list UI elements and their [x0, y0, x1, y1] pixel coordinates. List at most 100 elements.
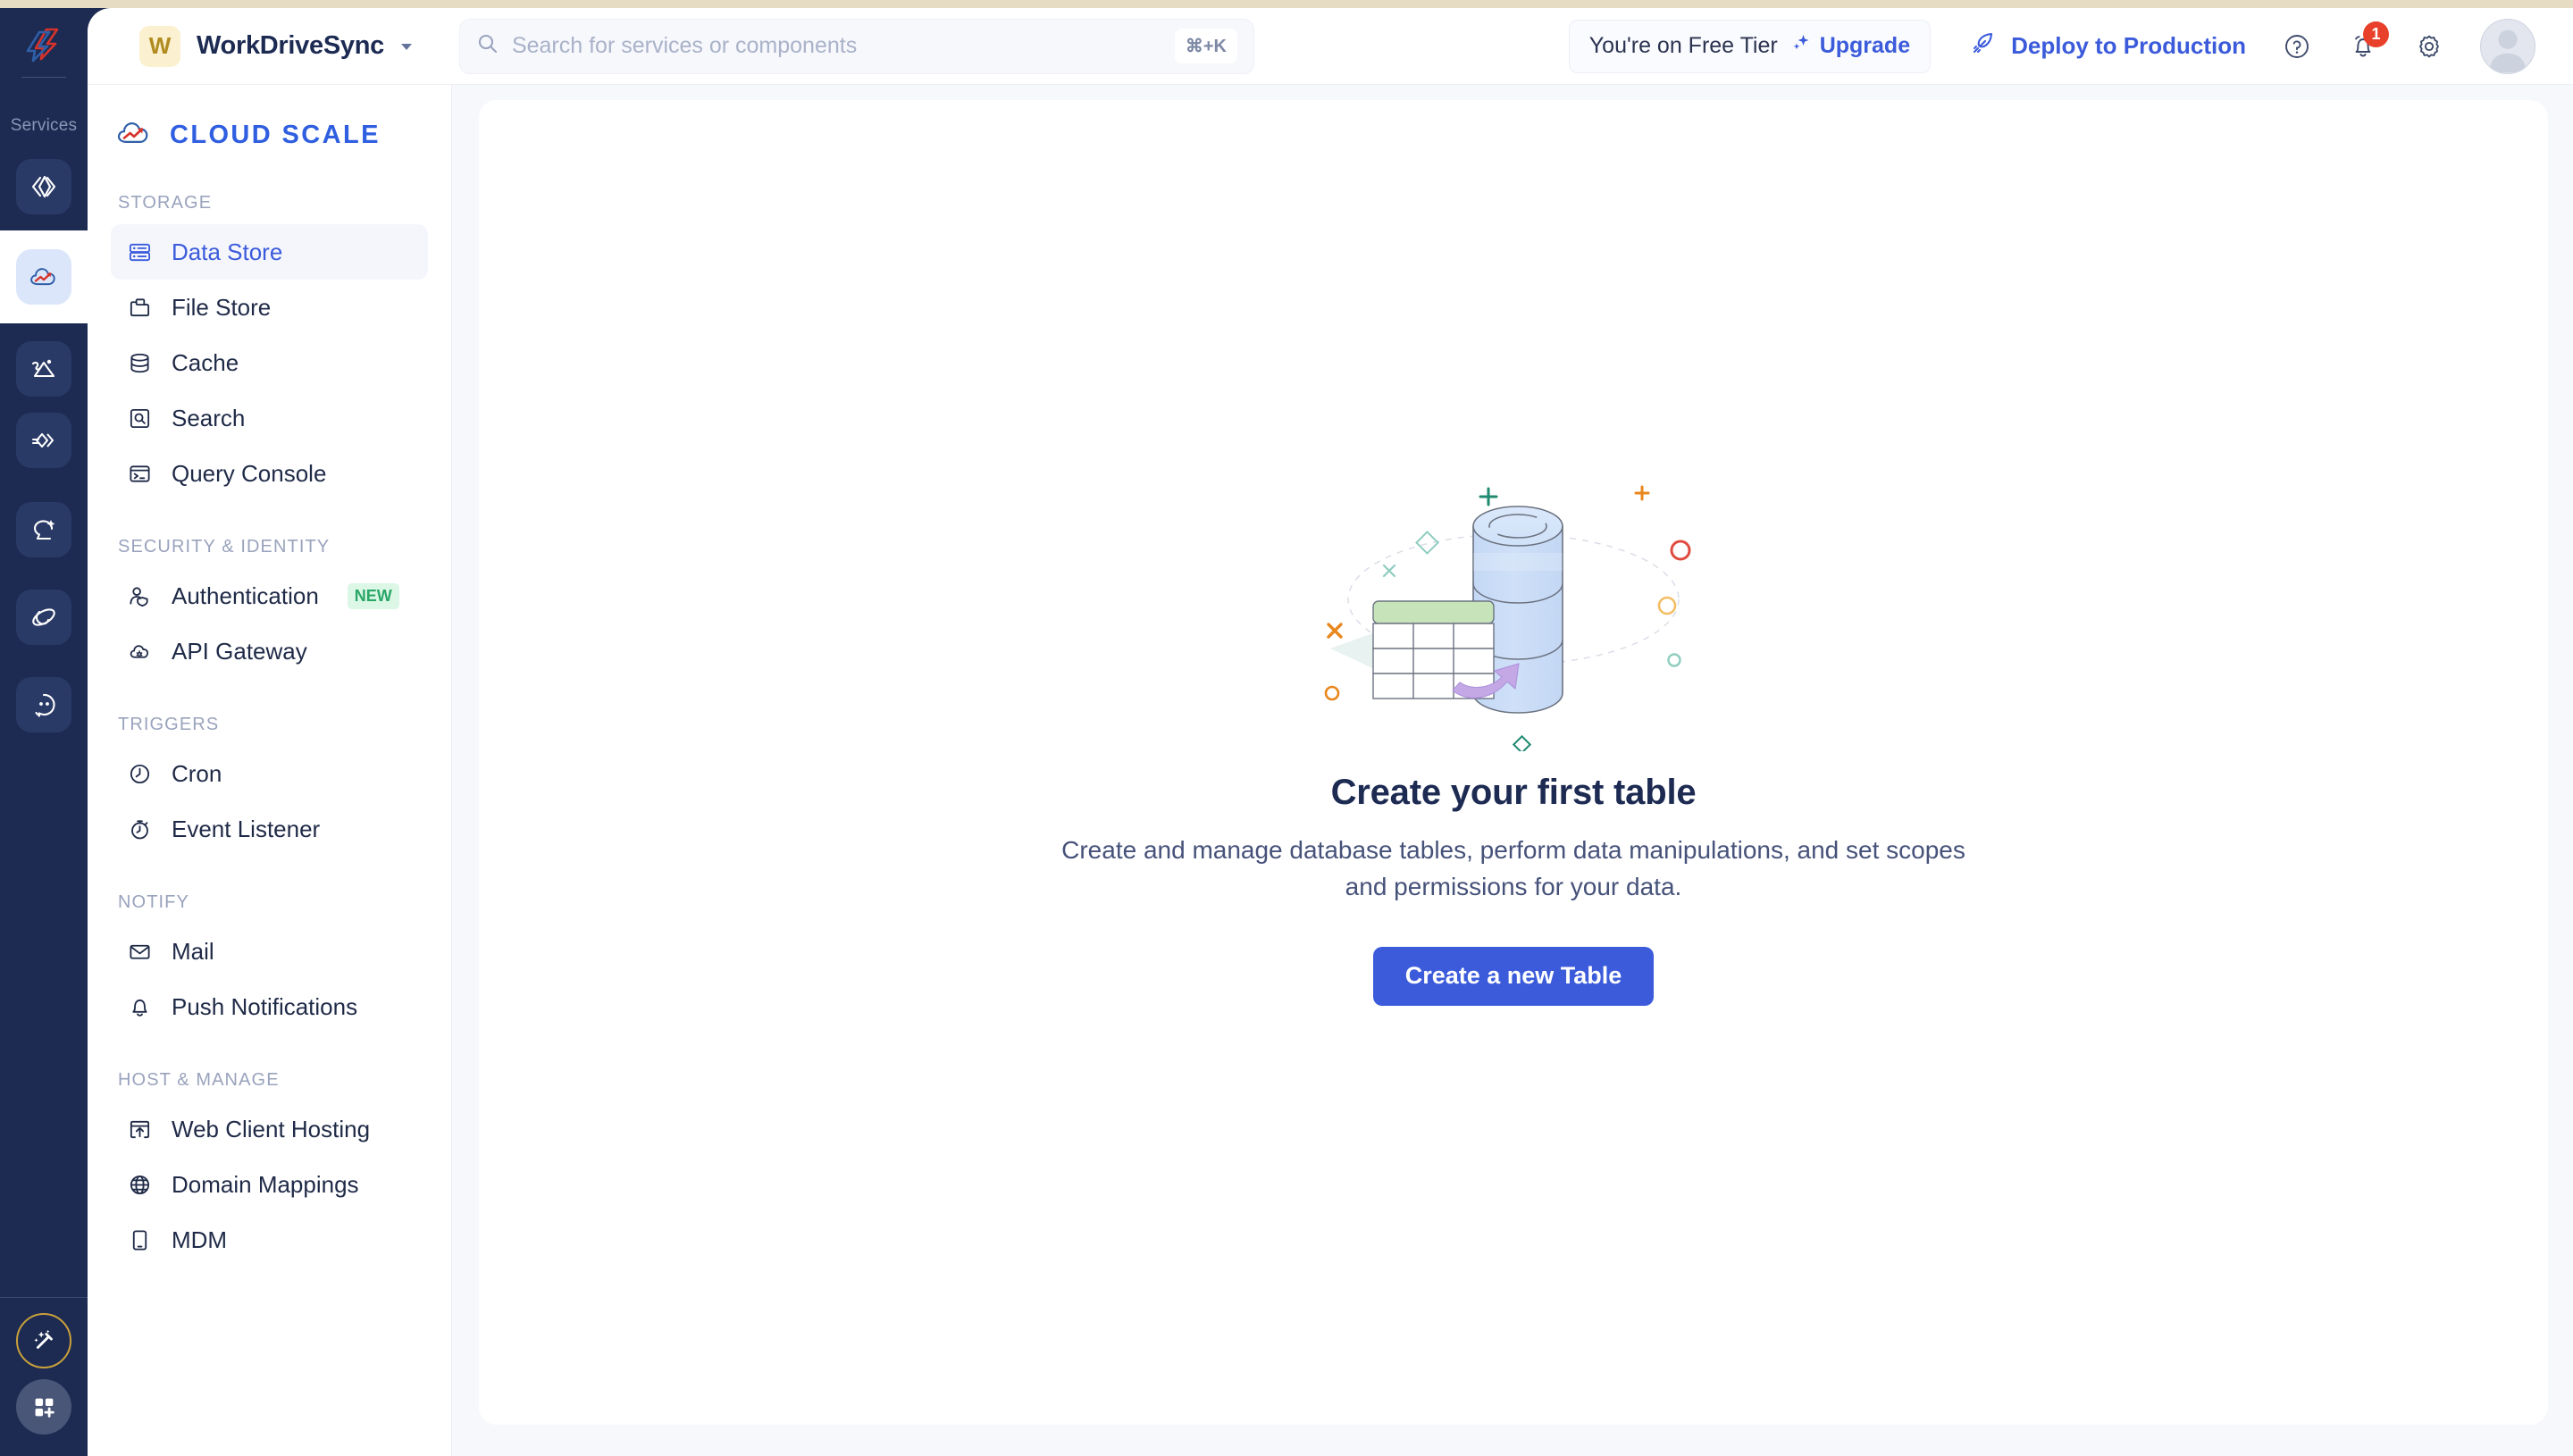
- free-tier-pill[interactable]: You're on Free Tier Upgrade: [1568, 19, 1932, 73]
- globe-icon: [127, 1172, 152, 1197]
- sidebar-item-query-console[interactable]: Query Console: [111, 446, 428, 501]
- sidebar-item-api-gateway[interactable]: API Gateway: [111, 623, 428, 679]
- rocket-icon: [1970, 29, 1997, 63]
- apps-grid-plus-icon[interactable]: [16, 1379, 71, 1435]
- chevron-down-icon[interactable]: [397, 37, 416, 56]
- code-brackets-icon: [31, 175, 56, 198]
- upgrade-button[interactable]: Upgrade: [1790, 32, 1910, 60]
- sidebar-item-label: Search: [172, 404, 246, 431]
- rail-item-comments[interactable]: [16, 677, 71, 732]
- rail-item-analytics[interactable]: [16, 341, 71, 397]
- notifications-bell-icon[interactable]: 1: [2348, 21, 2389, 62]
- comment-dots-icon: [35, 693, 55, 717]
- sidebar-item-label: Cache: [172, 348, 239, 376]
- magic-wand-icon[interactable]: [16, 1313, 71, 1368]
- nav-section-host-title: HOST & MANAGE: [118, 1070, 280, 1090]
- sidebar-item-cache[interactable]: Cache: [111, 335, 428, 390]
- nav-section-notify-title: NOTIFY: [118, 892, 189, 912]
- nav-section-security-title: SECURITY & IDENTITY: [118, 537, 331, 556]
- header-actions: You're on Free Tier Upgrade Deploy to Pr…: [1568, 18, 2573, 74]
- empty-state: Create your first table Create and manag…: [977, 456, 2049, 1006]
- search-box[interactable]: ⌘+K: [458, 18, 1254, 74]
- data-store-icon: [127, 239, 152, 264]
- stopwatch-icon: [127, 816, 152, 841]
- sidebar-item-domain-mappings[interactable]: Domain Mappings: [111, 1157, 428, 1212]
- file-store-icon: [127, 295, 152, 320]
- empty-state-description: Create and manage database tables, perfo…: [1061, 836, 1965, 900]
- cloud-scale-icon: [114, 113, 154, 157]
- deploy-to-production-button[interactable]: Deploy to Production: [1970, 29, 2246, 63]
- gear-icon[interactable]: [2414, 31, 2444, 62]
- app-rail: Services: [0, 0, 88, 1456]
- web-hosting-icon: [127, 1117, 152, 1142]
- rail-item-cloud-scale[interactable]: [0, 211, 88, 343]
- sparkle-icon: [1790, 32, 1812, 60]
- orbit-icon: [32, 608, 55, 626]
- cloud-scale-icon: [30, 268, 55, 286]
- api-gateway-icon: [127, 639, 152, 664]
- nav-section-storage-title: STORAGE: [118, 193, 213, 213]
- create-a-new-table-button[interactable]: Create a new Table: [1372, 946, 1655, 1006]
- analytics-icon: [31, 359, 55, 378]
- search-input[interactable]: [511, 33, 1175, 59]
- nav-section-triggers-title: TRIGGERS: [118, 715, 220, 734]
- sidebar-brand[interactable]: CLOUD SCALE: [88, 85, 451, 157]
- query-console-icon: [127, 461, 152, 486]
- sidebar-item-authentication[interactable]: Authentication NEW: [111, 568, 428, 623]
- upgrade-label: Upgrade: [1819, 33, 1911, 58]
- bell-icon: [127, 994, 152, 1019]
- sidebar-item-label: MDM: [172, 1226, 228, 1253]
- project-name[interactable]: WorkDriveSync: [197, 31, 384, 61]
- sidebar-item-label: Web Client Hosting: [172, 1115, 371, 1142]
- search-shortcut-badge: ⌘+K: [1174, 29, 1237, 63]
- sidebar-item-data-store[interactable]: Data Store: [111, 224, 428, 280]
- sidebar-item-label: Domain Mappings: [172, 1170, 359, 1198]
- sidebar-item-label: Data Store: [172, 238, 283, 265]
- page-title: Create your first table: [1330, 773, 1697, 813]
- sidebar-item-cron[interactable]: Cron: [111, 746, 428, 801]
- rail-divider: [21, 77, 66, 78]
- top-accent-strip: [0, 0, 2573, 8]
- sidebar-item-mail[interactable]: Mail: [111, 924, 428, 979]
- sidebar-item-search[interactable]: Search: [111, 390, 428, 446]
- rail-item-code[interactable]: [16, 159, 71, 214]
- sidebar-item-label: File Store: [172, 293, 272, 321]
- cache-icon: [127, 350, 152, 375]
- zoho-logo-icon[interactable]: [0, 14, 88, 73]
- status-badge: NEW: [347, 582, 399, 609]
- rail-item-chat-ai[interactable]: [16, 502, 71, 557]
- sidebar-item-label: Cron: [172, 759, 222, 787]
- sidebar-brand-label: CLOUD SCALE: [170, 121, 381, 149]
- notification-count-badge: 1: [2363, 21, 2389, 47]
- flow-connect-icon: [31, 432, 54, 448]
- top-header: W WorkDriveSync ⌘+K You're on Free Tier: [88, 8, 2573, 85]
- sidebar-item-push-notifications[interactable]: Push Notifications: [111, 979, 428, 1034]
- mail-icon: [127, 939, 152, 964]
- sidebar-item-web-client-hosting[interactable]: Web Client Hosting: [111, 1101, 428, 1157]
- sidebar-item-event-listener[interactable]: Event Listener: [111, 801, 428, 857]
- sidebar-item-label: Push Notifications: [172, 992, 358, 1020]
- rail-item-orbit[interactable]: [16, 590, 71, 645]
- sidebar-item-label: Authentication: [172, 582, 319, 609]
- rail-item-flow[interactable]: [16, 413, 71, 468]
- database-table-illustration: [977, 456, 2049, 752]
- project-badge: W: [139, 25, 180, 67]
- sidebar-item-label: Mail: [172, 937, 214, 965]
- header-corner-mask: [88, 8, 111, 31]
- sidebar-item-label: API Gateway: [172, 637, 307, 665]
- rail-services-label: Services: [10, 116, 78, 135]
- tier-text: You're on Free Tier: [1588, 33, 1778, 58]
- sidebar-item-label: Query Console: [172, 459, 327, 487]
- search-box-icon: [127, 406, 152, 431]
- rail-bottom-divider: [0, 1297, 88, 1298]
- search-icon: [476, 32, 499, 60]
- authentication-icon: [127, 583, 152, 608]
- chat-sparkle-icon: [33, 520, 55, 540]
- avatar[interactable]: [2480, 18, 2535, 74]
- sidebar-item-mdm[interactable]: MDM: [111, 1212, 428, 1268]
- mobile-device-icon: [127, 1227, 152, 1252]
- help-circle-icon[interactable]: [2282, 31, 2312, 62]
- content-card: Create your first table Create and manag…: [479, 100, 2548, 1425]
- sidebar-item-file-store[interactable]: File Store: [111, 280, 428, 335]
- service-sidebar: CLOUD SCALE STORAGE Data Store File Stor…: [88, 85, 452, 1456]
